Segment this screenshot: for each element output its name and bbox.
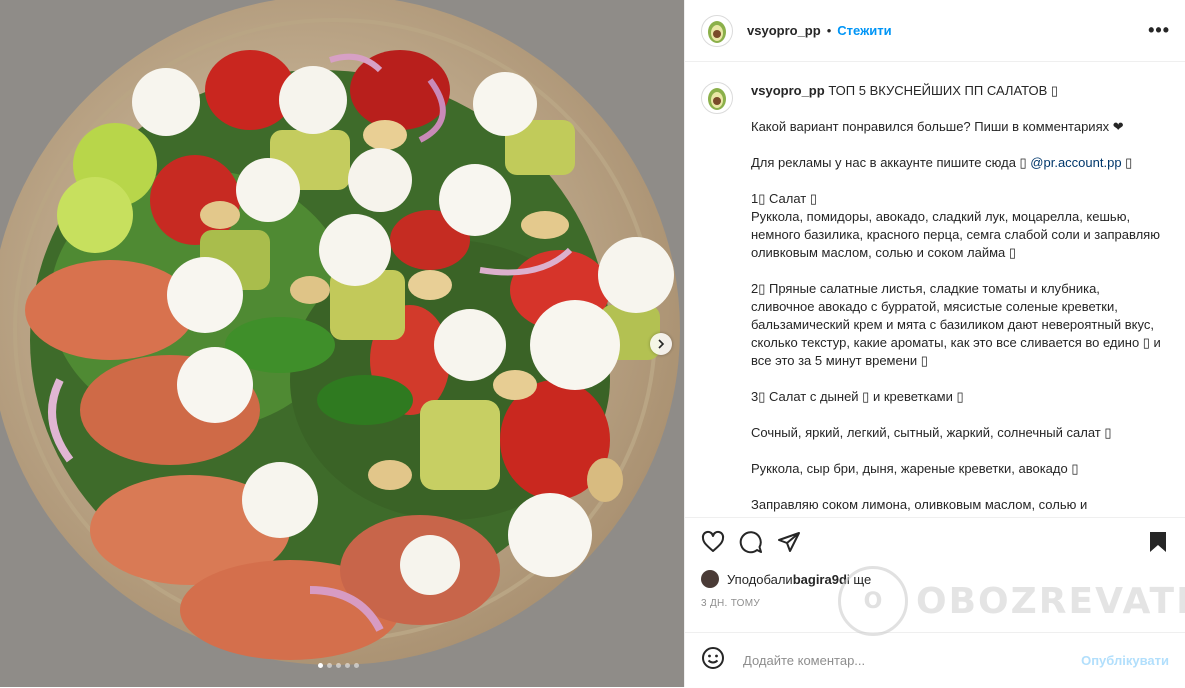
likes-summary: Уподобали bagira9d і ще bbox=[685, 558, 1185, 588]
chevron-right-icon bbox=[658, 339, 665, 349]
account-link[interactable]: @pr.account.pp bbox=[1030, 155, 1121, 170]
carousel-dot bbox=[345, 663, 350, 668]
avocado-avatar-icon bbox=[708, 88, 726, 110]
separator-dot: • bbox=[826, 23, 832, 38]
comment-button[interactable] bbox=[739, 530, 763, 559]
caption-salad-1: 1▯ Салат ▯ Руккола, помидоры, авокадо, с… bbox=[751, 191, 1160, 260]
likes-suffix[interactable]: і ще bbox=[847, 572, 871, 587]
carousel-dot bbox=[318, 663, 323, 668]
comment-bar: Опублікувати bbox=[685, 632, 1185, 688]
carousel-dot bbox=[327, 663, 332, 668]
avocado-avatar-icon bbox=[708, 20, 726, 43]
bookmark-icon bbox=[1150, 531, 1166, 552]
caption-text: vsyopro_pp ТОП 5 ВКУСНЕЙШИХ ПП САЛАТОВ ▯… bbox=[751, 82, 1161, 517]
caption-area[interactable]: vsyopro_pp ТОП 5 ВКУСНЕЙШИХ ПП САЛАТОВ ▯… bbox=[685, 62, 1185, 517]
caption: vsyopro_pp ТОП 5 ВКУСНЕЙШИХ ПП САЛАТОВ ▯… bbox=[685, 62, 1185, 517]
caption-username[interactable]: vsyopro_pp bbox=[751, 83, 825, 98]
ads-end: ▯ bbox=[1121, 155, 1133, 170]
liker-avatar[interactable] bbox=[701, 570, 719, 588]
carousel-dots bbox=[318, 663, 359, 668]
caption-salad-3-ingredients: Руккола, сыр бри, дыня, жареные креветки… bbox=[751, 461, 1079, 476]
carousel-next-button[interactable] bbox=[650, 333, 672, 355]
caption-salad-2: 2▯ Пряные салатные листья, сладкие томат… bbox=[751, 281, 1161, 368]
post-panel: vsyopro_pp • Стежити ••• vsyopro_pp ТОП … bbox=[684, 0, 1185, 687]
liker-username[interactable]: bagira9d bbox=[793, 572, 847, 587]
ads-text: Для рекламы у нас в аккаунте пишите сюда… bbox=[751, 155, 1031, 170]
publish-button[interactable]: Опублікувати bbox=[1081, 653, 1169, 668]
emoji-icon bbox=[702, 647, 724, 669]
caption-avatar[interactable] bbox=[701, 82, 733, 114]
caption-salad-3-desc: Сочный, яркий, легкий, сытный, жаркий, с… bbox=[751, 425, 1112, 440]
post-username[interactable]: vsyopro_pp bbox=[747, 23, 821, 38]
salad-image bbox=[0, 0, 684, 687]
share-button[interactable] bbox=[777, 530, 801, 559]
caption-line-question: Какой вариант понравился больше? Пиши в … bbox=[751, 119, 1124, 134]
caption-salad-3-dressing: Заправляю соком лимона, оливковым маслом… bbox=[751, 497, 1088, 512]
emoji-button[interactable] bbox=[701, 646, 725, 675]
caption-title: ТОП 5 ВКУСНЕЙШИХ ПП САЛАТОВ ▯ bbox=[828, 83, 1059, 98]
action-icons bbox=[685, 518, 1185, 558]
heart-icon bbox=[701, 530, 725, 552]
share-icon bbox=[778, 531, 800, 552]
post-timestamp[interactable]: 3 ДН. ТОМУ bbox=[685, 588, 1185, 609]
caption-line-ads: Для рекламы у нас в аккаунте пишите сюда… bbox=[751, 154, 1161, 172]
post-actions: Уподобали bagira9d і ще 3 ДН. ТОМУ Опубл… bbox=[685, 517, 1185, 688]
save-button[interactable] bbox=[1147, 530, 1169, 559]
comment-input[interactable] bbox=[741, 652, 1082, 669]
like-button[interactable] bbox=[701, 530, 725, 559]
carousel-dot bbox=[354, 663, 359, 668]
avatar[interactable] bbox=[701, 14, 733, 47]
post-header: vsyopro_pp • Стежити ••• bbox=[685, 0, 1185, 62]
comment-icon bbox=[739, 530, 762, 553]
carousel-dot bbox=[336, 663, 341, 668]
more-icon[interactable]: ••• bbox=[1148, 20, 1170, 41]
likes-prefix: Уподобали bbox=[727, 571, 793, 587]
follow-button[interactable]: Стежити bbox=[837, 23, 891, 38]
caption-salad-3: 3▯ Салат с дыней ▯ и креветками ▯ bbox=[751, 389, 964, 404]
post-photo[interactable] bbox=[0, 0, 684, 687]
